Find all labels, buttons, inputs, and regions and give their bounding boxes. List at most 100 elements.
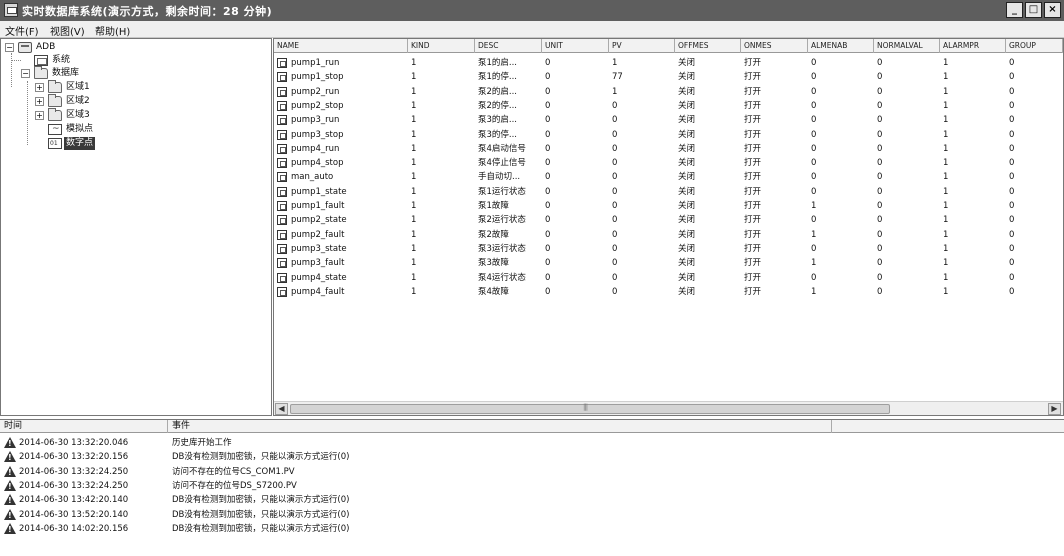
expand-icon[interactable]: +: [35, 111, 44, 120]
table-cell: 1: [943, 229, 949, 240]
tree-node-analog[interactable]: 模拟点: [35, 123, 235, 136]
table-row[interactable]: pump2_state 1 泵2运行状态 0 0 关闭 打开 0 0 1 0: [274, 213, 1063, 227]
minimize-button[interactable]: _: [1006, 2, 1023, 18]
close-button[interactable]: ×: [1044, 2, 1061, 18]
digital-point-icon: [277, 272, 287, 283]
menu-file[interactable]: 文件(F): [5, 23, 39, 38]
table-cell: 0: [811, 115, 817, 126]
table-cell: 1: [411, 129, 417, 140]
table-cell: 关闭: [678, 243, 696, 254]
table-cell: 0: [1009, 129, 1015, 140]
table-cell: 0: [612, 100, 618, 111]
scroll-left-icon[interactable]: ◀: [275, 403, 288, 415]
menu-help[interactable]: 帮助(H): [95, 23, 130, 38]
table-row[interactable]: pump4_stop 1 泵4停止信号 0 0 关闭 打开 0 0 1 0: [274, 156, 1063, 170]
column-header[interactable]: DESC: [475, 39, 542, 53]
table-row[interactable]: pump2_run 1 泵2的启... 0 1 关闭 打开 0 0 1 0: [274, 85, 1063, 99]
tree-node-area3[interactable]: + 区域3: [35, 108, 235, 122]
menu-view[interactable]: 视图(V): [50, 23, 85, 38]
table-cell: 1: [811, 286, 817, 297]
collapse-icon[interactable]: −: [21, 69, 30, 78]
log-row[interactable]: 2014-06-30 13:32:20.156 DB没有检测到加密锁，只能以演示方…: [0, 450, 1064, 464]
table-cell: 关闭: [678, 286, 696, 297]
table-cell: 泵1运行状态: [478, 186, 526, 197]
table-cell: pump4_fault: [291, 286, 345, 297]
tree-node-area1[interactable]: + 区域1: [35, 80, 235, 94]
log-row[interactable]: 2014-06-30 13:52:20.140 DB没有检测到加密锁，只能以演示方…: [0, 508, 1064, 522]
title-bar[interactable]: 实时数据库系统(演示方式，剩余时间：28 分钟) _ □ ×: [0, 0, 1064, 21]
column-header[interactable]: GROUP: [1006, 39, 1063, 53]
table-cell: 0: [877, 72, 883, 83]
scroll-right-icon[interactable]: ▶: [1048, 403, 1061, 415]
table-row[interactable]: man_auto 1 手自动切... 0 0 关闭 打开 0 0 1 0: [274, 170, 1063, 184]
column-header[interactable]: ONMES: [741, 39, 808, 53]
tree-node-database[interactable]: − 数据库: [21, 66, 221, 80]
table-cell: 0: [612, 129, 618, 140]
log-header: 时间 事件: [0, 420, 1064, 433]
table-cell: 0: [811, 243, 817, 254]
analog-point-icon: [48, 123, 62, 136]
column-header[interactable]: PV: [609, 39, 675, 53]
scroll-thumb[interactable]: [290, 403, 890, 414]
log-row[interactable]: 2014-06-30 13:32:24.250 访问不存在的位号CS_COM1.P…: [0, 465, 1064, 479]
event-log[interactable]: 时间 事件 2014-06-30 13:32:20.046历史库开始工作2014…: [0, 419, 1064, 556]
table-cell: 0: [1009, 158, 1015, 169]
table-cell: 0: [811, 129, 817, 140]
maximize-button[interactable]: □: [1025, 2, 1042, 18]
table-cell: 0: [877, 258, 883, 269]
table-row[interactable]: pump3_run 1 泵3的启... 0 0 关闭 打开 0 0 1 0: [274, 113, 1063, 127]
column-header[interactable]: ALMENAB: [808, 39, 874, 53]
table-cell: 关闭: [678, 258, 696, 269]
tree-node-digital[interactable]: 数字点: [35, 137, 235, 150]
table-row[interactable]: pump2_fault 1 泵2故障 0 0 关闭 打开 1 0 1 0: [274, 228, 1063, 242]
table-cell: 1: [411, 229, 417, 240]
log-time: 2014-06-30 13:32:24.250: [19, 480, 129, 491]
table-cell: pump2_state: [291, 215, 347, 226]
log-row[interactable]: 2014-06-30 13:32:24.250 访问不存在的位号DS_S7200.…: [0, 479, 1064, 493]
points-table[interactable]: NAME KIND DESC UNIT PV OFFMES ONMES ALME…: [273, 38, 1064, 416]
table-cell: 0: [612, 115, 618, 126]
table-row[interactable]: pump4_run 1 泵4启动信号 0 0 关闭 打开 0 0 1 0: [274, 142, 1063, 156]
table-row[interactable]: pump3_fault 1 泵3故障 0 0 关闭 打开 1 0 1 0: [274, 256, 1063, 270]
log-event: DB没有检测到加密锁，只能以演示方式运行(0): [172, 452, 350, 463]
table-row[interactable]: pump1_state 1 泵1运行状态 0 0 关闭 打开 0 0 1 0: [274, 185, 1063, 199]
collapse-icon[interactable]: −: [5, 43, 14, 52]
column-header[interactable]: UNIT: [542, 39, 609, 53]
expand-icon[interactable]: +: [35, 83, 44, 92]
expand-icon[interactable]: +: [35, 97, 44, 106]
table-row[interactable]: pump1_stop 1 泵1的停... 0 77 关闭 打开 0 0 1 0: [274, 70, 1063, 84]
log-row[interactable]: 2014-06-30 13:32:20.046 历史库开始工作: [0, 436, 1064, 450]
log-column-time[interactable]: 时间: [0, 420, 168, 433]
database-tree[interactable]: − ADB 系统 − 数据库 + 区域1 + 区域2 + 区域3 模拟点 数字点: [0, 38, 272, 416]
column-header[interactable]: ALARMPR: [940, 39, 1006, 53]
table-row[interactable]: pump4_fault 1 泵4故障 0 0 关闭 打开 1 0 1 0: [274, 285, 1063, 299]
table-cell: 0: [545, 158, 551, 169]
column-header[interactable]: NORMALVAL: [874, 39, 940, 53]
column-header[interactable]: OFFMES: [675, 39, 741, 53]
table-cell: 0: [545, 72, 551, 83]
digital-point-icon: [277, 100, 287, 111]
table-cell: pump3_fault: [291, 258, 345, 269]
tree-node-area2[interactable]: + 区域2: [35, 94, 235, 108]
table-cell: 1: [411, 100, 417, 111]
column-header[interactable]: NAME: [274, 39, 408, 53]
table-row[interactable]: pump1_run 1 泵1的启... 0 1 关闭 打开 0 0 1 0: [274, 56, 1063, 70]
table-row[interactable]: pump4_state 1 泵4运行状态 0 0 关闭 打开 0 0 1 0: [274, 271, 1063, 285]
tree-connector: [27, 81, 28, 145]
tree-node-system[interactable]: 系统: [21, 54, 221, 67]
table-cell: 打开: [744, 115, 762, 126]
table-cell: 1: [411, 115, 417, 126]
table-row[interactable]: pump3_state 1 泵3运行状态 0 0 关闭 打开 0 0 1 0: [274, 242, 1063, 256]
column-header[interactable]: KIND: [408, 39, 475, 53]
log-row[interactable]: 2014-06-30 13:42:20.140 DB没有检测到加密锁，只能以演示方…: [0, 493, 1064, 507]
table-row[interactable]: pump1_fault 1 泵1故障 0 0 关闭 打开 1 0 1 0: [274, 199, 1063, 213]
table-cell: pump3_stop: [291, 129, 344, 140]
table-row[interactable]: pump3_stop 1 泵3的停... 0 0 关闭 打开 0 0 1 0: [274, 128, 1063, 142]
table-row[interactable]: pump2_stop 1 泵2的停... 0 0 关闭 打开 0 0 1 0: [274, 99, 1063, 113]
tree-node-label: 模拟点: [66, 124, 94, 134]
table-cell: 0: [1009, 186, 1015, 197]
tree-node-adb[interactable]: − ADB: [5, 41, 205, 54]
log-column-event[interactable]: 事件: [168, 420, 832, 433]
horizontal-scrollbar[interactable]: ◀ ▶: [274, 401, 1063, 415]
log-row[interactable]: 2014-06-30 14:02:20.156 DB没有检测到加密锁，只能以演示方…: [0, 522, 1064, 536]
